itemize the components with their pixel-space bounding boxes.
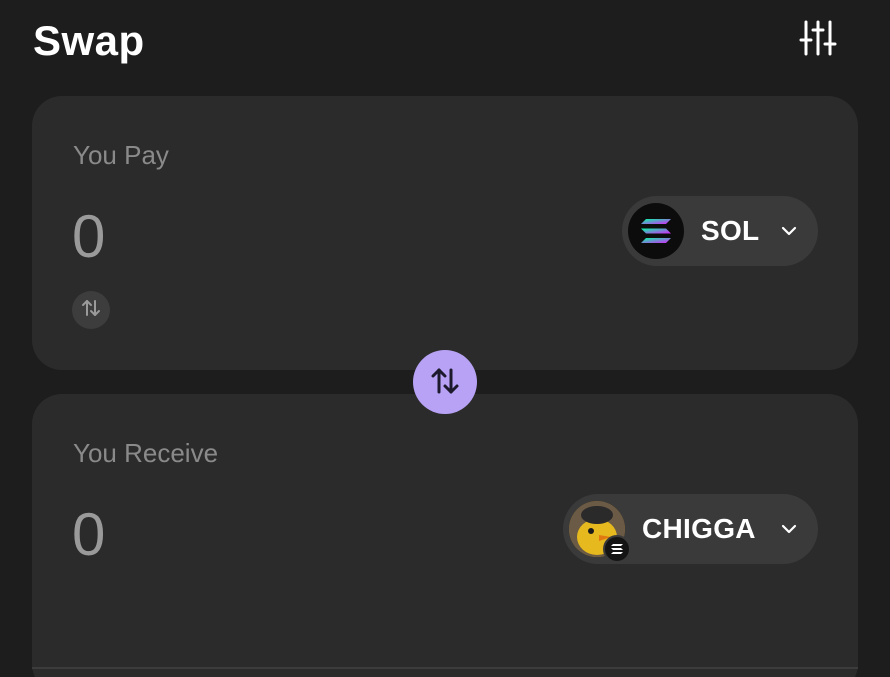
settings-button[interactable] [796, 18, 840, 62]
chevron-down-icon [780, 222, 798, 245]
swap-arrows-icon [80, 297, 102, 324]
pay-label: You Pay [73, 140, 169, 170]
chigga-token-icon [569, 501, 631, 563]
receive-token-symbol: CHIGGA [642, 513, 756, 544]
receive-card: You Receive 0 CHIGGA [32, 394, 858, 677]
receive-amount-input[interactable] [72, 500, 372, 569]
swap-arrows-icon [428, 364, 462, 401]
swap-screen: Swap You Pay 0 SOL You Receive 0 CHIGGA [0, 0, 890, 677]
receive-label: You Receive [73, 438, 219, 468]
pay-token-selector[interactable]: SOL [622, 196, 818, 266]
pay-card: You Pay SOL [32, 96, 858, 370]
swap-direction-button[interactable] [413, 350, 477, 414]
chevron-down-icon [780, 520, 798, 543]
page-title: Swap [33, 17, 145, 64]
pay-toggle-button[interactable] [72, 291, 110, 329]
divider [32, 667, 858, 669]
receive-token-selector[interactable]: CHIGGA [563, 494, 818, 564]
solana-logo-icon [628, 203, 684, 259]
sliders-icon [798, 18, 838, 63]
pay-token-symbol: SOL [701, 215, 760, 246]
solana-badge-icon [603, 535, 631, 563]
pay-amount-input[interactable] [72, 202, 372, 271]
